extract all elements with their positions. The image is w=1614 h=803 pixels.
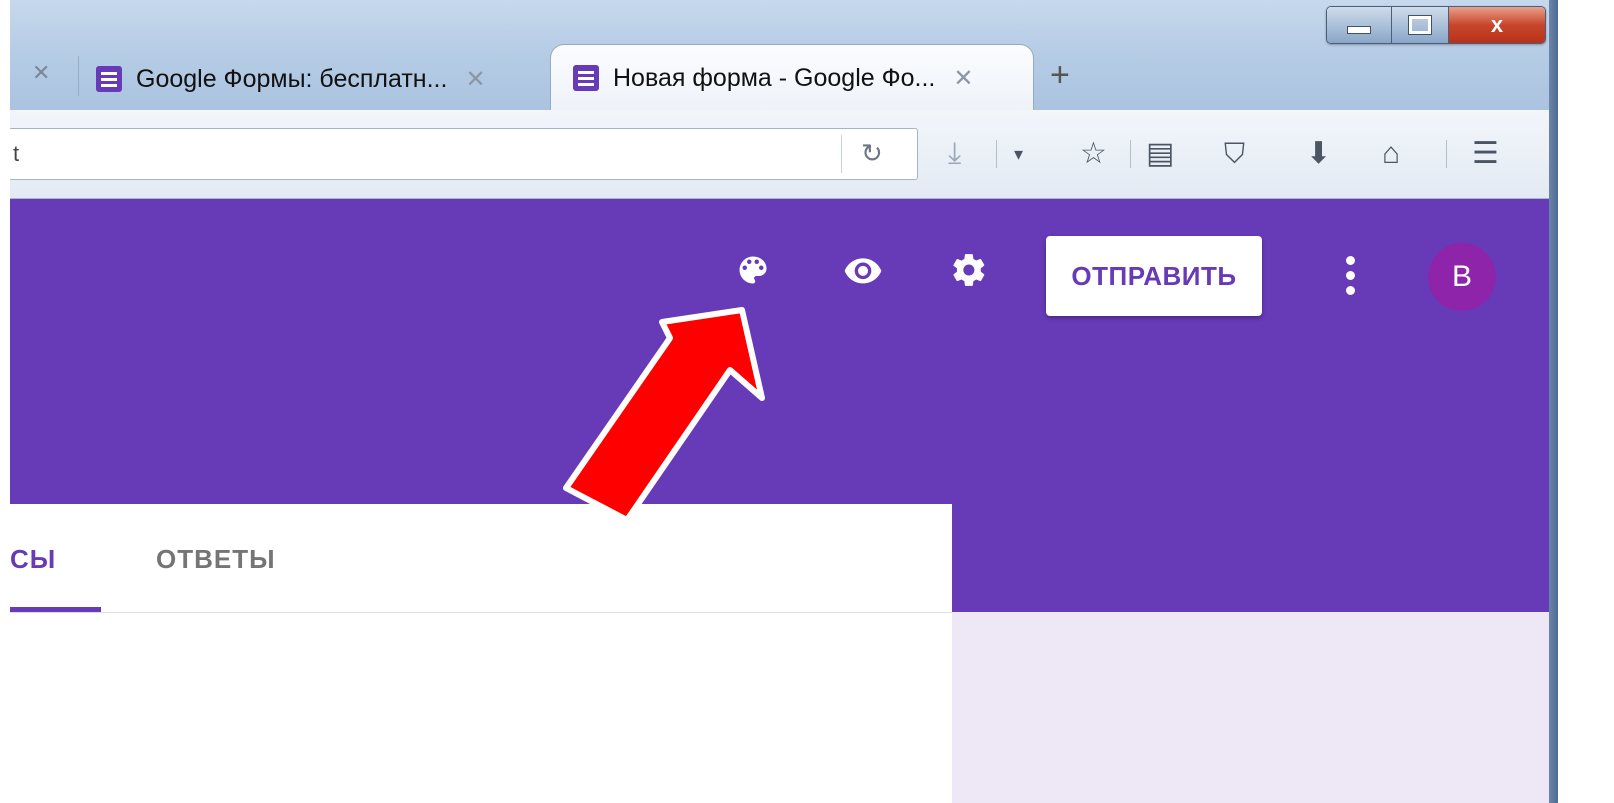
browser-window: x ✕ Google Формы: бесплатн... ✕ Новая фо…	[10, 0, 1558, 803]
slide-left-margin	[0, 0, 10, 803]
slide-right-margin	[1558, 0, 1614, 803]
red-annotation-arrow	[563, 307, 765, 523]
browser-window-frame-right	[1549, 0, 1558, 803]
